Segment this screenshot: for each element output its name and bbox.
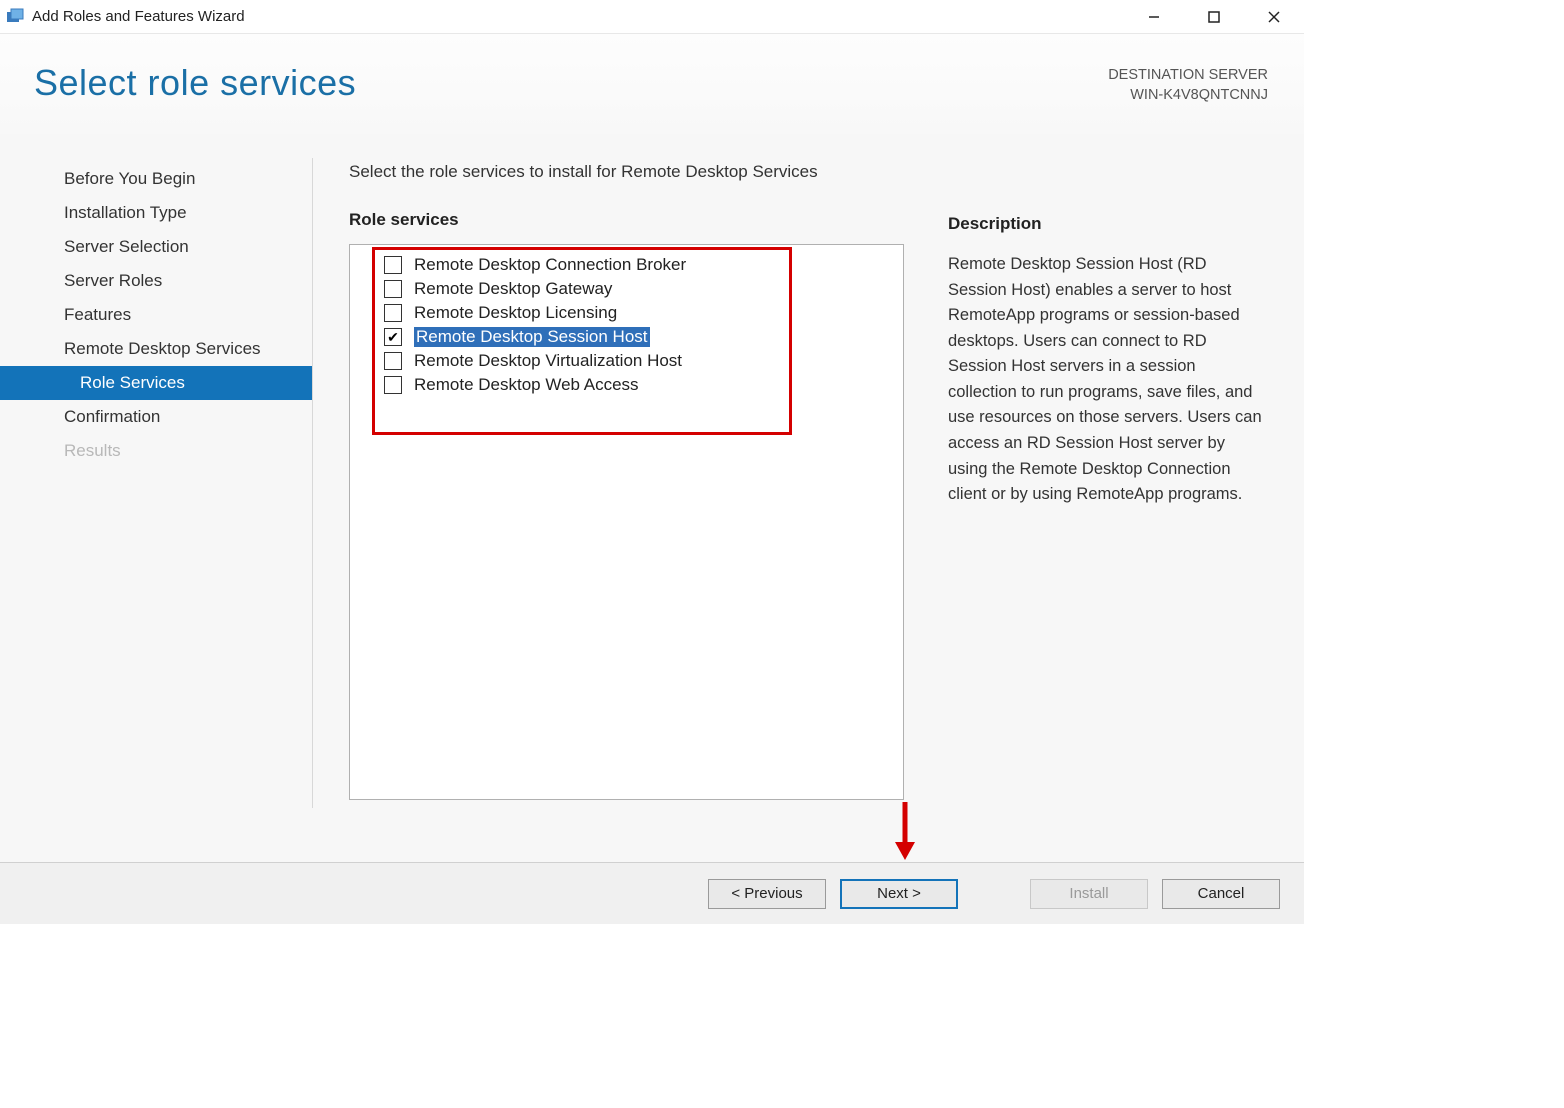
service-label: Remote Desktop Session Host — [414, 327, 650, 347]
description-column: Description Remote Desktop Session Host … — [948, 162, 1268, 862]
service-label: Remote Desktop Gateway — [414, 279, 612, 299]
window-controls — [1124, 0, 1304, 33]
services-listbox[interactable]: Remote Desktop Connection Broker Remote … — [349, 244, 904, 800]
footer: < Previous Next > Install Cancel — [0, 862, 1304, 924]
sidebar: Before You Begin Installation Type Serve… — [0, 162, 312, 862]
nav-role-services[interactable]: Role Services — [0, 366, 312, 400]
destination-label: DESTINATION SERVER — [1108, 66, 1268, 86]
service-row-session-host[interactable]: Remote Desktop Session Host — [350, 325, 903, 349]
nav-features[interactable]: Features — [0, 298, 312, 332]
minimize-button[interactable] — [1124, 0, 1184, 33]
checkbox-virtualization-host[interactable] — [384, 352, 402, 370]
window-title: Add Roles and Features Wizard — [32, 8, 1124, 25]
next-button[interactable]: Next > — [840, 879, 958, 909]
service-row-licensing[interactable]: Remote Desktop Licensing — [350, 301, 903, 325]
checkbox-web-access[interactable] — [384, 376, 402, 394]
nav-before-you-begin[interactable]: Before You Begin — [0, 162, 312, 196]
service-label: Remote Desktop Licensing — [414, 303, 617, 323]
checkbox-connection-broker[interactable] — [384, 256, 402, 274]
destination-info: DESTINATION SERVER WIN-K4V8QNTCNNJ — [1108, 62, 1268, 105]
service-label: Remote Desktop Connection Broker — [414, 255, 686, 275]
nav-installation-type[interactable]: Installation Type — [0, 196, 312, 230]
checkbox-gateway[interactable] — [384, 280, 402, 298]
nav-server-roles[interactable]: Server Roles — [0, 264, 312, 298]
destination-server: WIN-K4V8QNTCNNJ — [1108, 86, 1268, 106]
titlebar: Add Roles and Features Wizard — [0, 0, 1304, 34]
service-label: Remote Desktop Web Access — [414, 375, 639, 395]
nav-results: Results — [0, 434, 312, 468]
description-label: Description — [948, 214, 1268, 234]
services-column: Select the role services to install for … — [349, 162, 904, 862]
close-button[interactable] — [1244, 0, 1304, 33]
service-row-web-access[interactable]: Remote Desktop Web Access — [350, 373, 903, 397]
app-icon — [6, 8, 24, 26]
service-row-connection-broker[interactable]: Remote Desktop Connection Broker — [350, 253, 903, 277]
previous-button[interactable]: < Previous — [708, 879, 826, 909]
service-label: Remote Desktop Virtualization Host — [414, 351, 682, 371]
nav-server-selection[interactable]: Server Selection — [0, 230, 312, 264]
nav-remote-desktop-services[interactable]: Remote Desktop Services — [0, 332, 312, 366]
main-panel: Select the role services to install for … — [313, 162, 1304, 862]
services-label: Role services — [349, 210, 904, 230]
page-title: Select role services — [34, 62, 356, 104]
maximize-button[interactable] — [1184, 0, 1244, 33]
checkbox-session-host[interactable] — [384, 328, 402, 346]
content: Before You Begin Installation Type Serve… — [0, 134, 1304, 862]
nav-confirmation[interactable]: Confirmation — [0, 400, 312, 434]
header: Select role services DESTINATION SERVER … — [0, 34, 1304, 134]
instruction-text: Select the role services to install for … — [349, 162, 904, 182]
service-row-gateway[interactable]: Remote Desktop Gateway — [350, 277, 903, 301]
service-row-virtualization-host[interactable]: Remote Desktop Virtualization Host — [350, 349, 903, 373]
checkbox-licensing[interactable] — [384, 304, 402, 322]
cancel-button[interactable]: Cancel — [1162, 879, 1280, 909]
install-button: Install — [1030, 879, 1148, 909]
description-text: Remote Desktop Session Host (RD Session … — [948, 248, 1268, 508]
